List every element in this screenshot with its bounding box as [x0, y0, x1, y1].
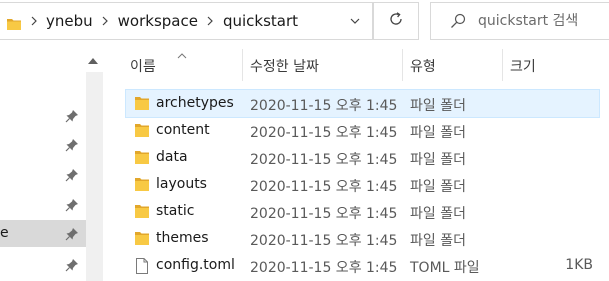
file-name: static — [156, 203, 195, 219]
navigation-pane: e — [0, 44, 105, 281]
pin-icon[interactable] — [65, 108, 79, 123]
file-name: layouts — [156, 176, 207, 192]
breadcrumb-quickstart[interactable]: quickstart — [223, 12, 298, 30]
file-size: 1KB — [565, 257, 593, 273]
search-input[interactable] — [478, 13, 588, 29]
file-name: archetypes — [156, 95, 234, 111]
nav-item[interactable] — [0, 131, 86, 158]
file-row-data[interactable]: data 2020-11-15 오후 1:45 파일 폴더 — [126, 144, 599, 171]
nav-scrollbar[interactable] — [86, 72, 103, 281]
nav-item[interactable] — [0, 191, 86, 218]
pin-icon[interactable] — [65, 167, 79, 182]
file-name: content — [156, 122, 210, 138]
file-type: 파일 폴더 — [410, 206, 466, 222]
pin-icon[interactable] — [65, 257, 79, 272]
file-type: TOML 파일 — [410, 260, 480, 276]
breadcrumb-separator-icon[interactable] — [206, 15, 215, 27]
file-row-archetypes[interactable]: archetypes 2020-11-15 오후 1:45 파일 폴더 — [125, 89, 600, 118]
column-header-name[interactable]: 이름 — [130, 56, 156, 76]
nav-item[interactable] — [0, 102, 86, 129]
sort-ascending-icon — [177, 44, 187, 63]
address-bar[interactable]: ynebu workspace quickstart — [0, 2, 373, 40]
nav-item-label: e — [0, 225, 9, 241]
file-type: 파일 폴더 — [410, 179, 466, 195]
column-divider[interactable] — [502, 49, 503, 81]
file-name: themes — [156, 230, 209, 246]
file-date: 2020-11-15 오후 1:45 — [250, 125, 398, 141]
column-header-date[interactable]: 수정한 날짜 — [250, 56, 319, 76]
file-date: 2020-11-15 오후 1:45 — [250, 152, 398, 168]
file-date: 2020-11-15 오후 1:45 — [250, 233, 398, 249]
search-icon — [450, 13, 466, 29]
pin-icon[interactable] — [65, 137, 79, 152]
column-header-size[interactable]: 크기 — [510, 56, 536, 76]
file-row-static[interactable]: static 2020-11-15 오후 1:45 파일 폴더 — [126, 198, 599, 225]
document-icon — [134, 258, 150, 274]
nav-item-selected[interactable]: e — [0, 220, 86, 247]
file-row-content[interactable]: content 2020-11-15 오후 1:45 파일 폴더 — [126, 117, 599, 144]
breadcrumb-separator-icon[interactable] — [101, 15, 110, 27]
file-row-themes[interactable]: themes 2020-11-15 오후 1:45 파일 폴더 — [126, 225, 599, 252]
file-date: 2020-11-15 오후 1:45 — [250, 98, 398, 114]
folder-icon — [134, 204, 150, 219]
file-name: data — [156, 149, 188, 165]
nav-item[interactable] — [0, 161, 86, 188]
folder-icon — [134, 231, 150, 246]
search-box[interactable] — [430, 2, 609, 40]
folder-icon — [134, 177, 150, 192]
file-row-config-toml[interactable]: config.toml 2020-11-15 오후 1:45 TOML 파일 1… — [126, 252, 599, 279]
folder-icon — [134, 123, 150, 138]
file-name: config.toml — [156, 257, 235, 273]
file-date: 2020-11-15 오후 1:45 — [250, 206, 398, 222]
file-type: 파일 폴더 — [410, 233, 466, 249]
refresh-icon — [388, 11, 404, 31]
file-date: 2020-11-15 오후 1:45 — [250, 179, 398, 195]
chevron-down-icon[interactable] — [338, 3, 372, 39]
nav-item[interactable] — [0, 251, 86, 278]
file-type: 파일 폴더 — [410, 125, 466, 141]
pin-icon[interactable] — [65, 226, 79, 241]
file-type: 파일 폴더 — [410, 152, 466, 168]
scroll-up-arrow-icon[interactable] — [82, 50, 104, 72]
pin-icon[interactable] — [65, 197, 79, 212]
folder-icon — [7, 15, 21, 30]
breadcrumb-workspace[interactable]: workspace — [118, 12, 198, 30]
refresh-button[interactable] — [373, 2, 419, 40]
toolbar: ynebu workspace quickstart — [0, 0, 609, 44]
column-divider[interactable] — [402, 49, 403, 81]
column-divider[interactable] — [242, 49, 243, 81]
breadcrumb-separator-icon[interactable] — [29, 15, 38, 27]
file-row-layouts[interactable]: layouts 2020-11-15 오후 1:45 파일 폴더 — [126, 171, 599, 198]
file-type: 파일 폴더 — [410, 98, 466, 114]
folder-icon — [134, 96, 150, 111]
folder-icon — [134, 150, 150, 165]
column-header-type[interactable]: 유형 — [410, 56, 436, 76]
file-date: 2020-11-15 오후 1:45 — [250, 260, 398, 276]
breadcrumb-ynebu[interactable]: ynebu — [46, 12, 93, 30]
column-header-row: 이름 수정한 날짜 유형 크기 — [120, 44, 609, 88]
